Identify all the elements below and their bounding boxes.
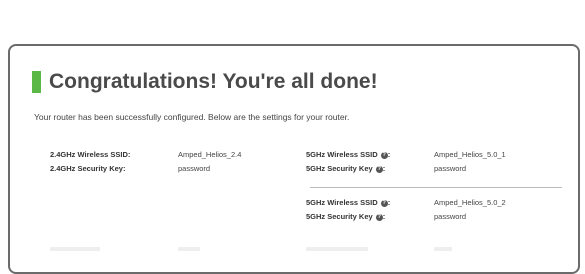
cut-off-row-hint	[434, 247, 452, 251]
info-icon[interactable]: ?	[380, 151, 388, 159]
ssid-5-1-value: Amped_Helios_5.0_1	[434, 150, 506, 159]
key-5-2-value: password	[434, 212, 467, 221]
setup-complete-panel: Congratulations! You're all done! Your r…	[8, 44, 580, 274]
cut-off-row-hint	[50, 247, 100, 251]
key-5-1-value: password	[434, 164, 467, 173]
key-5-1-label: 5GHz Security Key ?:	[306, 164, 386, 173]
info-icon[interactable]: ?	[380, 199, 388, 207]
cut-off-row-hint	[178, 247, 200, 251]
page-heading: Congratulations! You're all done!	[32, 70, 378, 94]
divider	[310, 187, 562, 188]
ssid-24-label: 2.4GHz Wireless SSID:	[50, 150, 131, 159]
page-subtitle: Your router has been successfully config…	[34, 112, 350, 122]
key-5-2-label: 5GHz Security Key ?:	[306, 212, 386, 221]
key-24-value: password	[178, 164, 211, 173]
info-icon[interactable]: ?	[375, 213, 383, 221]
ssid-5-1-label: 5GHz Wireless SSID ?:	[306, 150, 391, 159]
page-title: Congratulations! You're all done!	[49, 70, 378, 93]
accent-bar	[32, 71, 41, 93]
ssid-24-value: Amped_Helios_2.4	[178, 150, 242, 159]
key-24-label: 2.4GHz Security Key:	[50, 164, 126, 173]
info-icon[interactable]: ?	[375, 165, 383, 173]
ssid-5-2-label: 5GHz Wireless SSID ?:	[306, 198, 391, 207]
cut-off-row-hint	[306, 247, 368, 251]
ssid-5-2-value: Amped_Helios_5.0_2	[434, 198, 506, 207]
